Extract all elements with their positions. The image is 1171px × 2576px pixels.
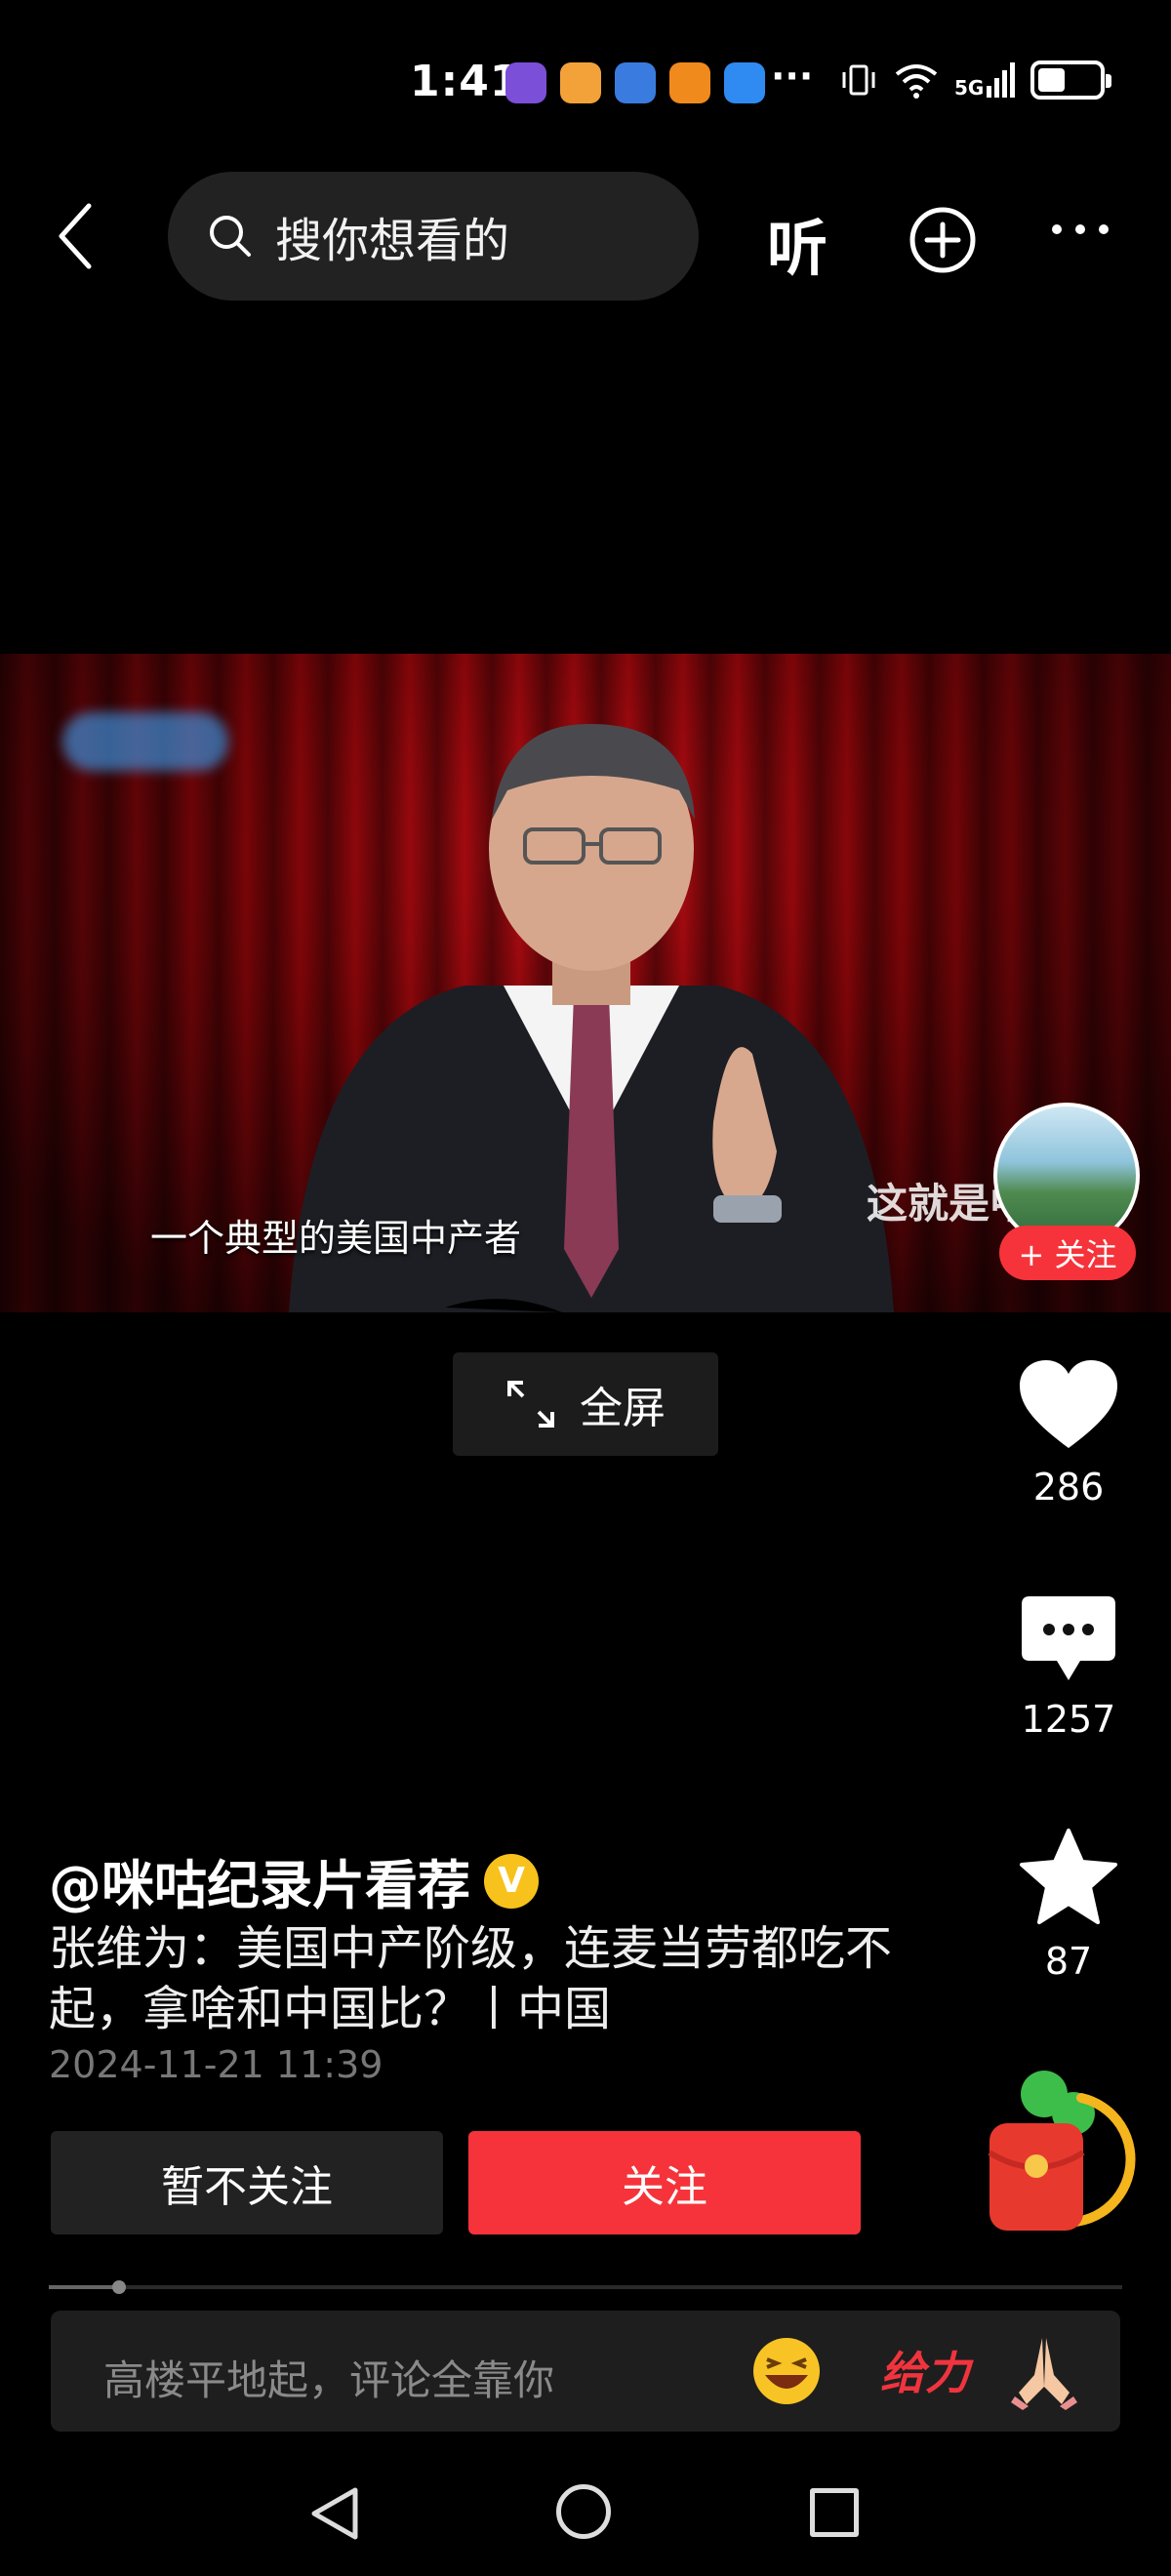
chevron-left-icon [59,203,92,269]
verified-badge-icon: V [484,1853,539,1909]
heart-icon [1020,1360,1117,1448]
author-handle[interactable]: @咪咕纪录片看荐 [49,1842,470,1919]
follow-button[interactable]: 关注 [468,2131,861,2234]
nav-back-icon[interactable] [308,2486,363,2541]
post-title: 张维为：美国中产阶级，连麦当劳都吃不起，拿啥和中国比？丨中国 [49,1921,893,2036]
post-date: 2024-11-21 11:39 [49,2043,384,2086]
favorite-button[interactable]: 87 [1005,1829,1132,1983]
search-placeholder: 搜你想看的 [275,214,510,268]
back-button[interactable] [41,197,109,275]
like-count: 286 [1032,1466,1105,1509]
wifi-icon [895,64,938,99]
comment-bubble-icon [1022,1596,1115,1680]
favorite-count: 87 [1044,1940,1093,1983]
star-icon [1020,1829,1117,1924]
ellipsis-icon [1052,224,1062,234]
progress-handle[interactable] [111,2280,126,2294]
comment-button[interactable]: 1257 [1005,1594,1132,1741]
nav-home-icon[interactable] [556,2484,611,2539]
fullscreen-button[interactable]: 全屏 [453,1352,718,1456]
more-button[interactable] [1052,224,1109,234]
search-icon [210,216,251,257]
add-button[interactable] [908,205,978,279]
ellipsis-icon-dot [1075,224,1085,234]
author-name[interactable]: @咪咕纪录片看荐 V [49,1842,539,1919]
nav-recents-icon[interactable] [810,2488,859,2537]
author-avatar-follow[interactable]: + 关注 [993,1103,1142,1288]
give-power-button[interactable]: 给力 [880,2338,970,2402]
notification-app-icon [615,62,656,103]
playback-progress[interactable] [49,2280,1122,2294]
search-input[interactable]: 搜你想看的 [168,172,699,301]
notification-app-icon [724,62,765,103]
channel-logo [62,712,228,771]
avatar-follow-button[interactable]: + 关注 [999,1226,1136,1280]
red-packet-icon[interactable] [984,2059,1140,2254]
listen-button[interactable]: 听 [767,199,828,287]
ellipsis-icon-dot [1099,224,1109,234]
top-bar: 搜你想看的 听 [0,166,1171,312]
vibrate-icon [842,64,875,96]
expand-icon [507,1381,554,1428]
network-type: 5G [954,76,985,100]
dismiss-follow-button[interactable]: 暂不关注 [51,2131,443,2234]
praying-hands-icon[interactable] [1005,2332,1083,2410]
signal-5g-icon: 5G [954,62,1016,100]
video-subtitle: 一个典型的美国中产者 [150,1217,522,1260]
laughing-emoji-icon[interactable] [749,2334,824,2408]
like-button[interactable]: 286 [1005,1358,1132,1509]
battery-level [1038,68,1066,92]
notification-app-icon [505,62,546,103]
system-nav-bar [0,2449,1171,2576]
status-app-icons [505,62,765,103]
status-more-indicator: ··· [771,55,814,98]
notification-app-icon [669,62,710,103]
notification-app-icon [560,62,601,103]
progress-fill [49,2285,119,2289]
comment-input[interactable]: 高楼平地起，评论全靠你 给力 [51,2311,1120,2432]
battery-icon [1030,60,1112,100]
status-time: 1:41 [410,57,521,106]
comment-count: 1257 [1021,1698,1116,1741]
status-bar: 1:41 ··· 5G [0,0,1171,166]
plus-circle-icon [909,207,976,273]
status-system-icons: 5G [839,60,1112,100]
fullscreen-label: 全屏 [580,1384,666,1433]
comment-placeholder: 高楼平地起，评论全靠你 [103,2356,555,2404]
